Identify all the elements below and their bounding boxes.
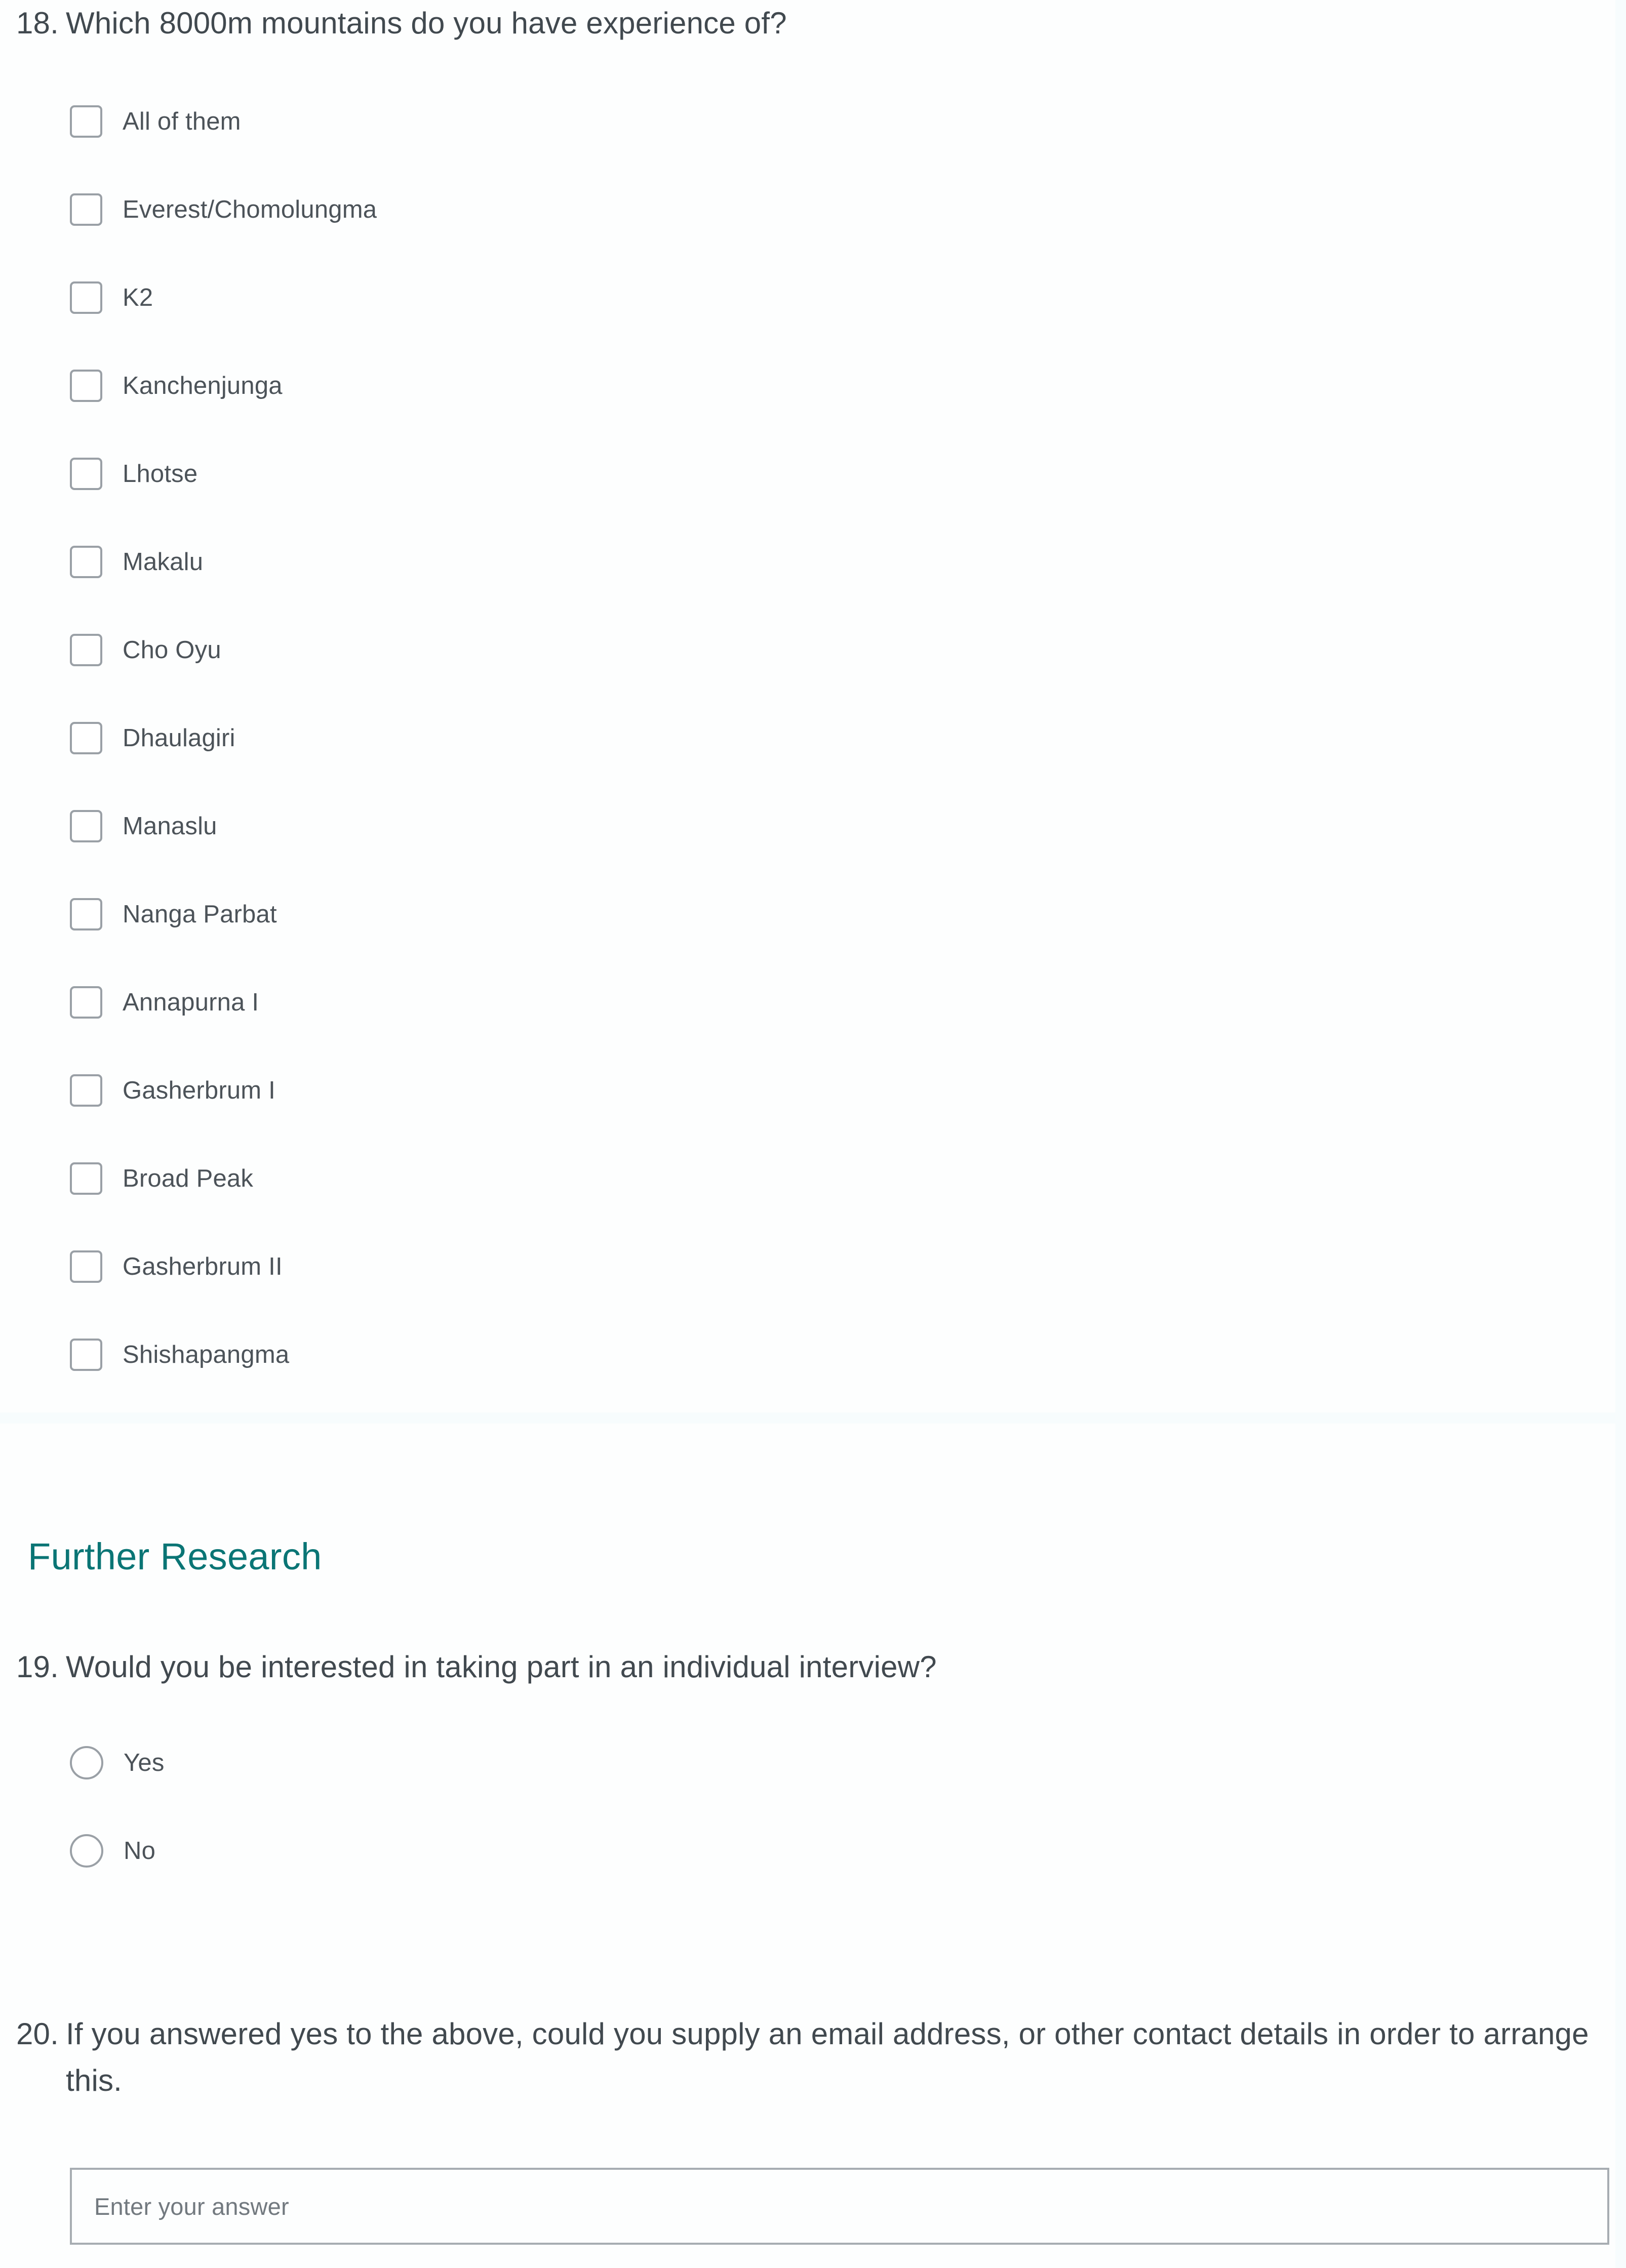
checkbox-icon[interactable] <box>70 193 102 226</box>
checkbox-option-makalu[interactable]: Makalu <box>70 537 377 587</box>
form-page: 18. Which 8000m mountains do you have ex… <box>0 0 1626 2268</box>
checkbox-icon[interactable] <box>70 281 102 314</box>
option-label: Gasherbrum II <box>123 1253 283 1280</box>
checkbox-icon[interactable] <box>70 1250 102 1283</box>
question-18-heading: 18. Which 8000m mountains do you have ex… <box>11 0 787 47</box>
checkbox-option-gasherbrum-ii[interactable]: Gasherbrum II <box>70 1241 377 1292</box>
answer-input-placeholder: Enter your answer <box>94 2193 289 2220</box>
checkbox-option-k2[interactable]: K2 <box>70 272 377 323</box>
question-19-number: 19. <box>16 1650 59 1684</box>
section-title-further-research: Further Research <box>28 1535 322 1577</box>
checkbox-option-dhaulagiri[interactable]: Dhaulagiri <box>70 713 377 763</box>
checkbox-icon[interactable] <box>70 1074 102 1107</box>
radio-option-yes[interactable]: Yes <box>70 1737 165 1788</box>
checkbox-icon[interactable] <box>70 1162 102 1195</box>
option-label: Kanchenjunga <box>123 372 283 399</box>
checkbox-option-gasherbrum-i[interactable]: Gasherbrum I <box>70 1065 377 1116</box>
checkbox-icon[interactable] <box>70 1339 102 1371</box>
option-label: K2 <box>123 284 153 311</box>
question-20-number: 20. <box>16 2017 59 2051</box>
checkbox-icon[interactable] <box>70 105 102 138</box>
checkbox-option-annapurna-i[interactable]: Annapurna I <box>70 977 377 1028</box>
option-label: No <box>124 1837 156 1865</box>
option-label: Manaslu <box>123 813 217 840</box>
option-label: Yes <box>124 1749 165 1776</box>
question-19-options: Yes No <box>70 1737 165 1876</box>
question-19-heading: 19. Would you be interested in taking pa… <box>11 1644 937 1690</box>
option-label: Annapurna I <box>123 989 259 1016</box>
checkbox-icon[interactable] <box>70 898 102 930</box>
checkbox-icon[interactable] <box>70 722 102 754</box>
checkbox-option-nanga-parbat[interactable]: Nanga Parbat <box>70 889 377 940</box>
checkbox-icon[interactable] <box>70 986 102 1019</box>
checkbox-option-all-of-them[interactable]: All of them <box>70 96 377 147</box>
checkbox-option-everest[interactable]: Everest/Chomolungma <box>70 184 377 235</box>
question-18-options: All of them Everest/Chomolungma K2 Kanch… <box>70 96 377 1380</box>
further-research-section: Further Research 19. Would you be intere… <box>0 1424 1615 2268</box>
option-label: All of them <box>123 108 241 135</box>
checkbox-icon[interactable] <box>70 634 102 666</box>
option-label: Broad Peak <box>123 1165 254 1192</box>
checkbox-option-kanchenjunga[interactable]: Kanchenjunga <box>70 360 377 411</box>
option-label: Cho Oyu <box>123 636 221 664</box>
checkbox-option-lhotse[interactable]: Lhotse <box>70 449 377 499</box>
option-label: Dhaulagiri <box>123 724 235 752</box>
option-label: Everest/Chomolungma <box>123 196 377 223</box>
option-label: Nanga Parbat <box>123 901 277 928</box>
checkbox-option-manaslu[interactable]: Manaslu <box>70 801 377 852</box>
checkbox-icon[interactable] <box>70 810 102 842</box>
option-label: Lhotse <box>123 460 198 488</box>
question-18-number: 18. <box>16 6 59 40</box>
answer-input-question-20[interactable]: Enter your answer <box>70 2168 1609 2245</box>
checkbox-option-cho-oyu[interactable]: Cho Oyu <box>70 625 377 675</box>
option-label: Shishapangma <box>123 1341 290 1368</box>
checkbox-option-broad-peak[interactable]: Broad Peak <box>70 1153 377 1204</box>
option-label: Gasherbrum I <box>123 1077 275 1104</box>
checkbox-icon[interactable] <box>70 370 102 402</box>
checkbox-option-shishapangma[interactable]: Shishapangma <box>70 1329 377 1380</box>
question-20-text: If you answered yes to the above, could … <box>66 2017 1589 2097</box>
checkbox-icon[interactable] <box>70 458 102 490</box>
radio-icon[interactable] <box>70 1834 103 1868</box>
question-20-heading: 20. If you answered yes to the above, co… <box>11 2011 1590 2104</box>
option-label: Makalu <box>123 548 204 576</box>
radio-option-no[interactable]: No <box>70 1826 165 1876</box>
question-18-text: Which 8000m mountains do you have experi… <box>66 6 787 40</box>
checkbox-icon[interactable] <box>70 546 102 578</box>
question-18-section: 18. Which 8000m mountains do you have ex… <box>0 0 1615 1412</box>
radio-icon[interactable] <box>70 1746 103 1779</box>
question-19-text: Would you be interested in taking part i… <box>66 1650 937 1684</box>
